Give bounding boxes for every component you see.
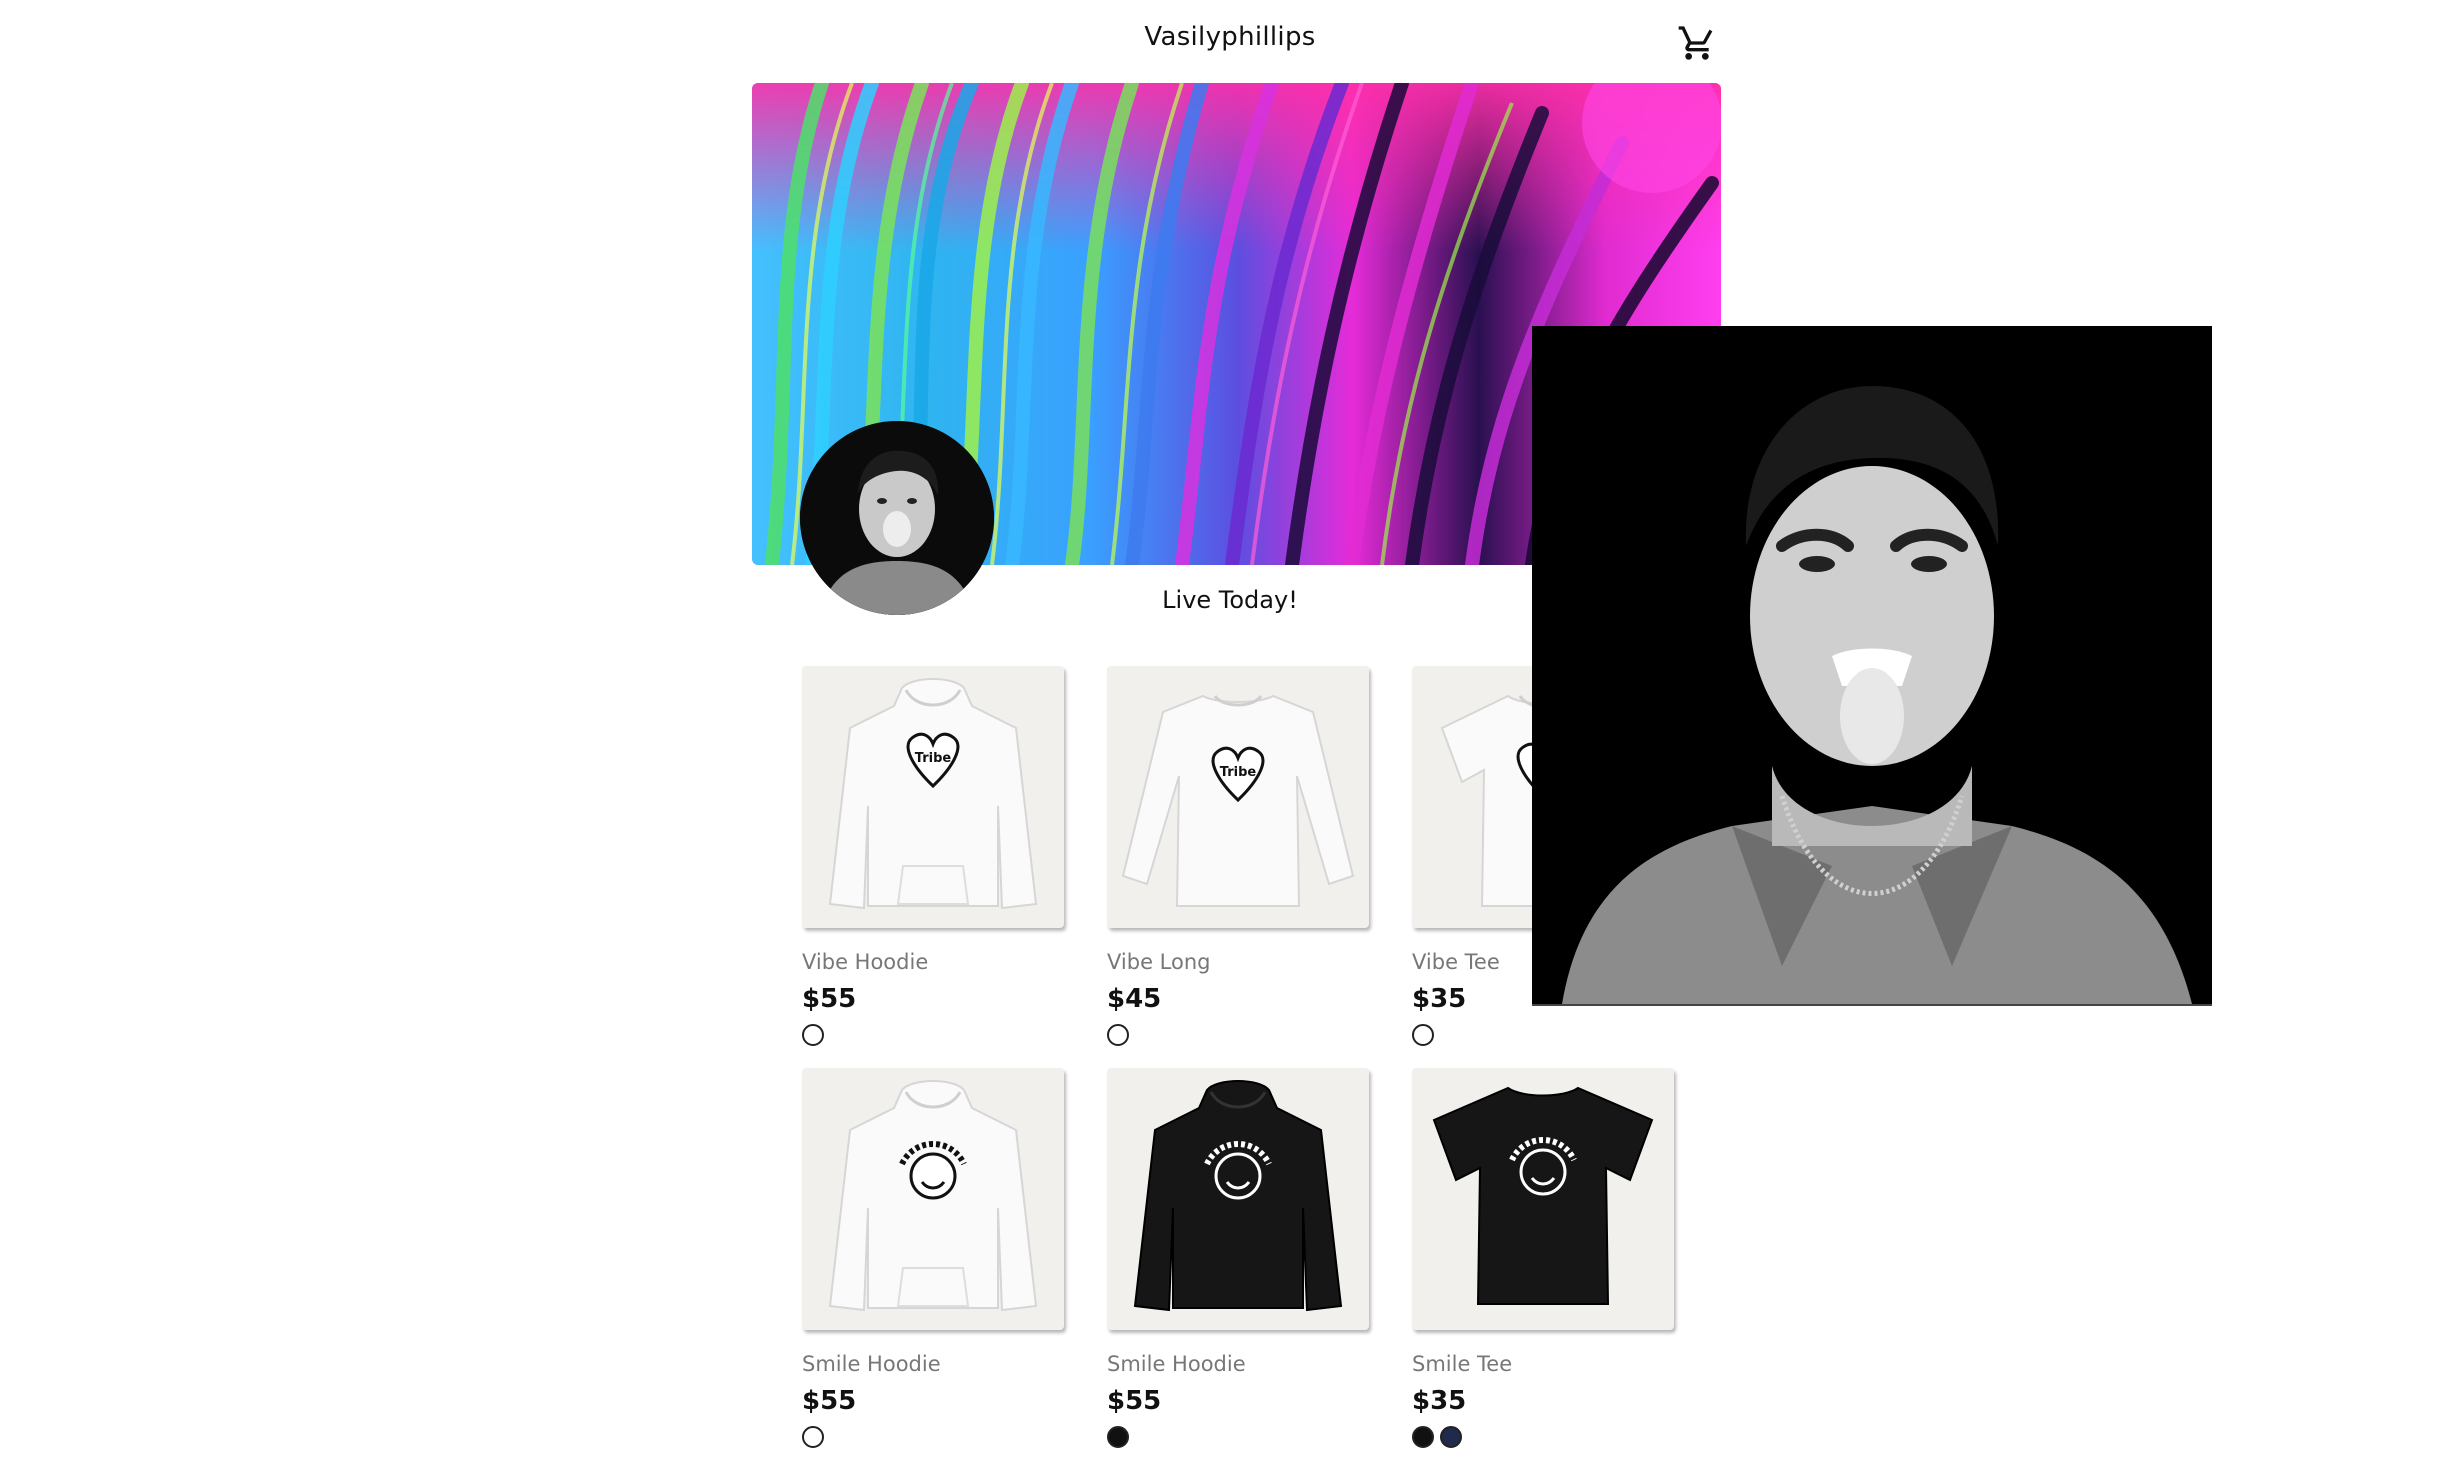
product-card[interactable]: Smile Hoodie $55: [1107, 1068, 1369, 1452]
color-swatch-white[interactable]: [1412, 1024, 1434, 1046]
product-price: $45: [1107, 984, 1162, 1014]
profile-tagline: Live Today!: [1162, 586, 1298, 614]
product-price: $55: [802, 1386, 857, 1416]
product-image-hoodie[interactable]: Tribe: [802, 666, 1064, 928]
color-swatches: [1412, 1426, 1674, 1452]
store-header: Vasilyphillips: [0, 0, 2460, 80]
color-swatch-white[interactable]: [802, 1426, 824, 1448]
product-price: $55: [1107, 1386, 1162, 1416]
enlarged-profile-photo[interactable]: [1532, 326, 2212, 1006]
product-card[interactable]: Tribe Vibe Hoodie $55: [802, 666, 1064, 1050]
color-swatches: [802, 1426, 1064, 1452]
color-swatches: [1107, 1426, 1369, 1452]
svg-text:Tribe: Tribe: [1220, 765, 1257, 780]
product-image-hoodie[interactable]: [1107, 1068, 1369, 1330]
product-name[interactable]: Smile Hoodie: [1107, 1352, 1369, 1376]
product-image-hoodie[interactable]: [802, 1068, 1064, 1330]
product-name[interactable]: Smile Hoodie: [802, 1352, 1064, 1376]
product-name[interactable]: Vibe Long: [1107, 950, 1369, 974]
color-swatch-navy[interactable]: [1440, 1426, 1462, 1448]
shopping-cart-icon[interactable]: [1677, 23, 1717, 63]
color-swatch-white[interactable]: [1107, 1024, 1129, 1046]
product-name[interactable]: Smile Tee: [1412, 1352, 1674, 1376]
profile-avatar[interactable]: [800, 421, 994, 615]
color-swatch-black[interactable]: [1107, 1426, 1129, 1448]
product-card[interactable]: Smile Hoodie $55: [802, 1068, 1064, 1452]
product-price: $35: [1412, 1386, 1467, 1416]
color-swatch-white[interactable]: [802, 1024, 824, 1046]
color-swatch-black[interactable]: [1412, 1426, 1434, 1448]
product-price: $55: [802, 984, 857, 1014]
color-swatches: [1107, 1024, 1369, 1050]
product-card[interactable]: Tribe Vibe Long $45: [1107, 666, 1369, 1050]
product-card[interactable]: Smile Tee $35: [1412, 1068, 1674, 1452]
color-swatches: [802, 1024, 1064, 1050]
product-image-tee[interactable]: [1412, 1068, 1674, 1330]
store-title[interactable]: Vasilyphillips: [1060, 22, 1400, 52]
product-name[interactable]: Vibe Hoodie: [802, 950, 1064, 974]
color-swatches: [1412, 1024, 1674, 1050]
svg-text:Tribe: Tribe: [915, 751, 952, 766]
product-image-longsleeve[interactable]: Tribe: [1107, 666, 1369, 928]
